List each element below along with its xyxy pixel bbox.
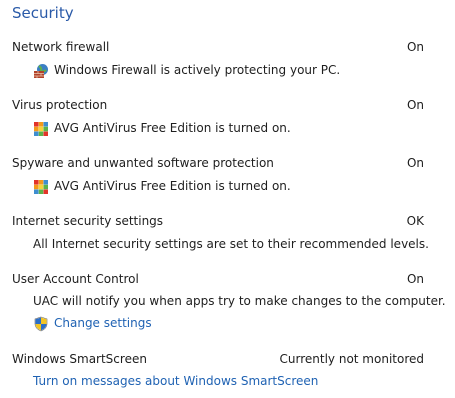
internet-security-description-text: All Internet security settings are set t…: [33, 237, 429, 251]
smartscreen-row[interactable]: Windows SmartScreen Currently not monito…: [12, 352, 424, 368]
network-firewall-description-text: Windows Firewall is actively protecting …: [54, 63, 341, 77]
network-firewall-row[interactable]: Network firewall On: [12, 40, 424, 56]
spyware-protection-row[interactable]: Spyware and unwanted software protection…: [12, 156, 424, 172]
internet-security-title: Internet security settings: [12, 214, 164, 228]
internet-security-status: OK: [406, 214, 424, 228]
uac-title: User Account Control: [12, 272, 139, 286]
smartscreen-turn-on-text[interactable]: Turn on messages about Windows SmartScre…: [33, 374, 318, 388]
uac-status: On: [406, 272, 424, 286]
uac-row[interactable]: User Account Control On: [12, 272, 424, 288]
firewall-icon: [33, 63, 49, 79]
smartscreen-status: Currently not monitored: [279, 352, 424, 366]
uac-change-settings-text[interactable]: Change settings: [54, 316, 152, 330]
section-title: Security: [12, 4, 74, 22]
uac-shield-icon: [33, 316, 49, 332]
virus-protection-title: Virus protection: [12, 98, 108, 112]
avg-icon: [33, 121, 49, 137]
network-firewall-title: Network firewall: [12, 40, 110, 54]
virus-protection-status: On: [406, 98, 424, 112]
uac-description-text: UAC will notify you when apps try to mak…: [33, 294, 446, 308]
spyware-protection-status: On: [406, 156, 424, 170]
virus-protection-row[interactable]: Virus protection On: [12, 98, 424, 114]
virus-protection-description-text: AVG AntiVirus Free Edition is turned on.: [54, 121, 291, 135]
network-firewall-status: On: [406, 40, 424, 54]
spyware-protection-description-text: AVG AntiVirus Free Edition is turned on.: [54, 179, 291, 193]
internet-security-row[interactable]: Internet security settings OK: [12, 214, 424, 230]
spyware-protection-title: Spyware and unwanted software protection: [12, 156, 274, 170]
avg-icon: [33, 179, 49, 195]
smartscreen-title: Windows SmartScreen: [12, 352, 147, 366]
